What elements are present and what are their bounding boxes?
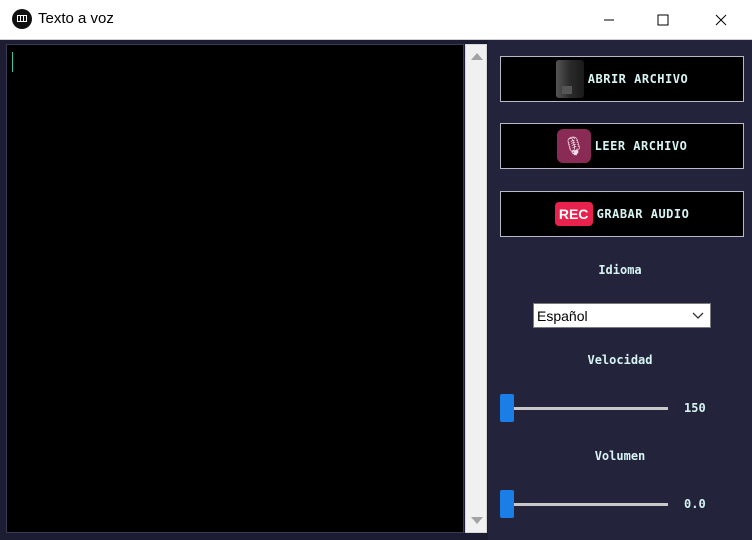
language-select[interactable]: Español (533, 303, 711, 328)
title-bar[interactable]: Texto a voz (0, 0, 752, 40)
speed-slider-thumb[interactable] (500, 394, 514, 422)
chevron-down-icon (692, 307, 704, 326)
volume-label: Volumen (594, 449, 646, 463)
volume-value: 0.0 (684, 497, 706, 511)
open-file-button[interactable]: ABRIR ARCHIVO (500, 56, 744, 102)
scroll-up-arrow-icon[interactable] (471, 53, 483, 60)
text-input-area[interactable] (6, 44, 464, 533)
microphone-icon: 🎙 (556, 129, 591, 163)
close-button[interactable] (698, 0, 744, 39)
volume-slider-track (502, 503, 668, 506)
record-audio-label: GRABAR AUDIO (596, 207, 690, 221)
app-window: Texto a voz ABRIR ARCHIVO 🎙 LEER ARCHIVO… (0, 0, 752, 540)
speed-label: Velocidad (587, 353, 653, 367)
read-file-label: LEER ARCHIVO (594, 139, 688, 153)
language-label: Idioma (598, 263, 642, 277)
scroll-down-arrow-icon[interactable] (471, 517, 483, 524)
language-selected-value: Español (537, 308, 588, 324)
speed-slider[interactable] (500, 394, 668, 422)
read-file-button[interactable]: 🎙 LEER ARCHIVO (500, 123, 744, 169)
window-title: Texto a voz (38, 10, 114, 27)
minimize-button[interactable] (586, 0, 632, 39)
text-caret (12, 52, 13, 72)
maximize-button[interactable] (640, 0, 686, 39)
volume-slider[interactable] (500, 490, 668, 518)
folder-icon (555, 60, 584, 98)
rec-icon: REC (554, 202, 593, 226)
controls-panel: ABRIR ARCHIVO 🎙 LEER ARCHIVO REC GRABAR … (488, 40, 752, 540)
record-audio-button[interactable]: REC GRABAR AUDIO (500, 191, 744, 237)
vertical-scrollbar[interactable] (465, 44, 487, 533)
speed-slider-track (502, 407, 668, 410)
app-logo-icon (12, 9, 32, 29)
open-file-label: ABRIR ARCHIVO (587, 72, 689, 86)
volume-slider-thumb[interactable] (500, 490, 514, 518)
speed-value: 150 (684, 401, 706, 415)
